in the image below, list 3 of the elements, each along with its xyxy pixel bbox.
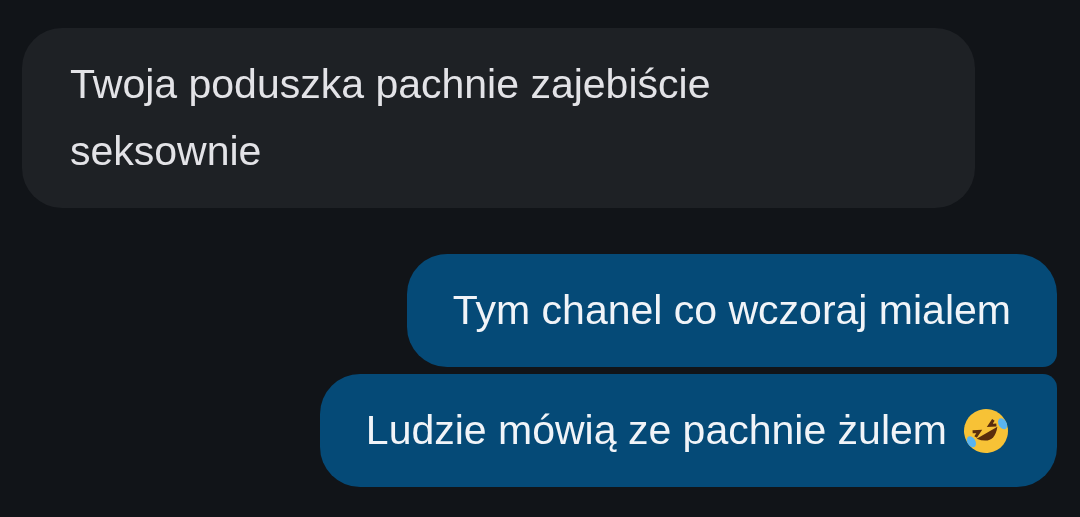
message-text: Tym chanel co wczoraj mialem [452,286,1011,335]
message-text: Twoja poduszka pachnie zajebiście seksownie [70,60,712,176]
message-text: Ludzie mówią ze pachnie żulem [365,406,947,455]
